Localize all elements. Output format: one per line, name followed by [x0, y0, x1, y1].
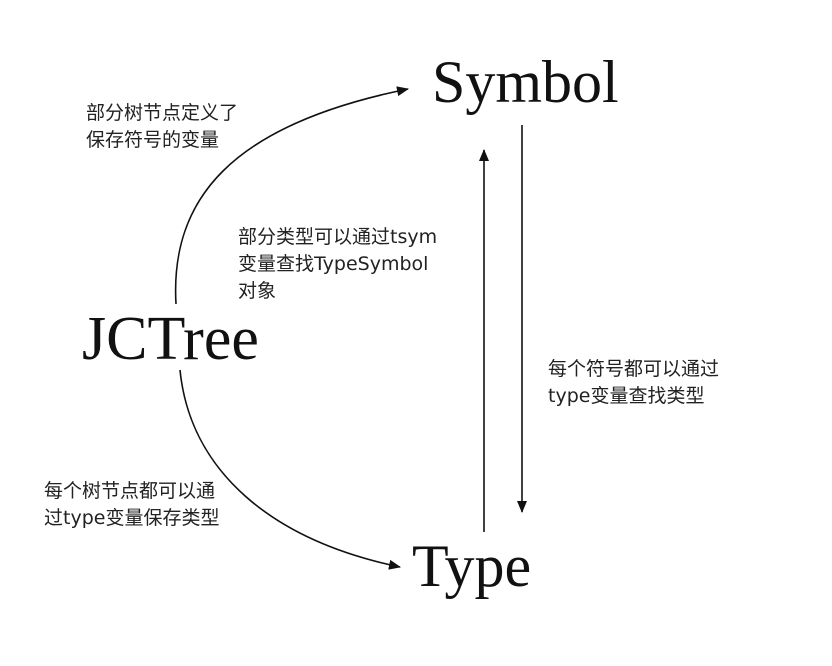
- label-line: 部分树节点定义了: [86, 102, 239, 124]
- label-line: type变量查找类型: [548, 385, 705, 407]
- label-line: 部分类型可以通过tsym: [238, 226, 438, 248]
- label-line: 每个符号都可以通过: [548, 358, 720, 380]
- label-line: 过type变量保存类型: [44, 507, 220, 529]
- label-line: 对象: [238, 280, 277, 302]
- node-type: Type: [412, 533, 532, 599]
- label-symbol-to-type: 每个符号都可以通过 type变量查找类型: [548, 356, 719, 410]
- label-tree-to-symbol: 部分树节点定义了 保存符号的变量: [86, 100, 238, 154]
- node-jctree: JCTree: [82, 305, 259, 373]
- label-type-to-symbol: 部分类型可以通过tsym 变量查找TypeSymbol 对象: [238, 224, 437, 305]
- node-symbol: Symbol: [432, 49, 619, 115]
- label-line: 保存符号的变量: [86, 129, 220, 151]
- label-line: 变量查找TypeSymbol: [238, 253, 429, 275]
- diagram-canvas: Symbol JCTree Type 部分树节点定义了 保存符号的变量 部分类型…: [0, 0, 832, 666]
- label-line: 每个树节点都可以通: [44, 480, 216, 502]
- edge-jctree-to-type: [179, 369, 401, 570]
- label-tree-to-type: 每个树节点都可以通 过type变量保存类型: [44, 478, 219, 532]
